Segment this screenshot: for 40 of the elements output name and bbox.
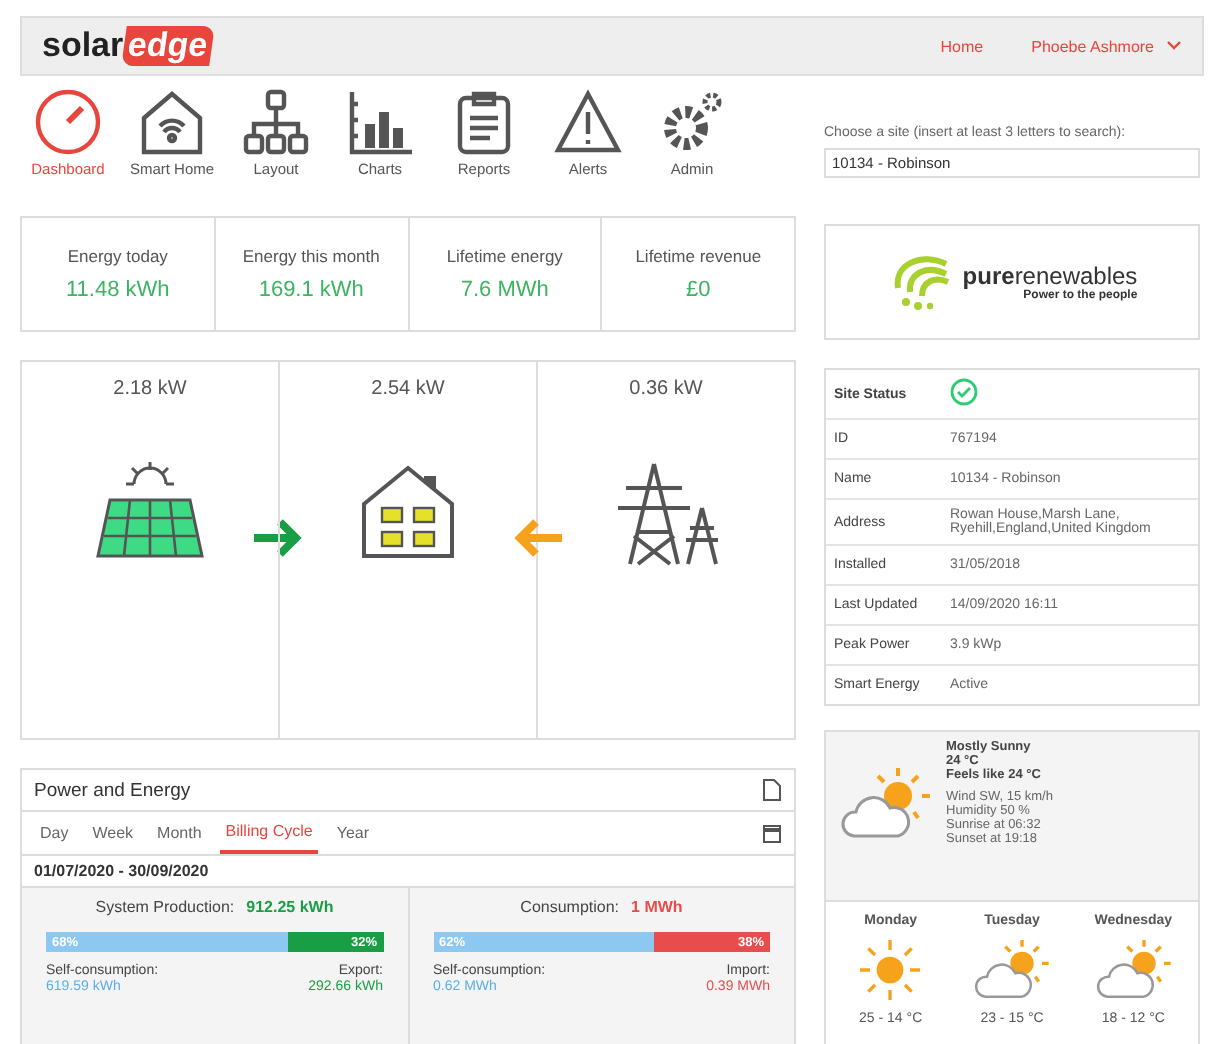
total-value: 1 MWh xyxy=(631,898,683,916)
home-link[interactable]: Home xyxy=(940,37,984,55)
period-tab[interactable]: Day xyxy=(34,814,75,852)
total-label: System Production: xyxy=(95,898,235,916)
period-tab[interactable]: Billing Cycle xyxy=(219,812,319,854)
house-wifi-icon xyxy=(136,88,208,156)
user-menu-link[interactable]: Phoebe Ashmore xyxy=(1031,37,1154,55)
kpi-label: Lifetime energy xyxy=(446,246,563,266)
panel-title: Power and Energy xyxy=(34,779,191,801)
total-label: Consumption: xyxy=(520,898,620,916)
solar-panel-icon xyxy=(90,460,210,560)
caret-icon[interactable] xyxy=(1166,40,1182,52)
gauge-icon xyxy=(32,88,104,156)
power-value: 0.36 kW xyxy=(629,378,703,400)
bar-chart-icon xyxy=(344,88,416,156)
kpi-value: 7.6 MWh xyxy=(460,278,549,302)
period-tab[interactable]: Year xyxy=(330,814,376,852)
logo-text: solar xyxy=(42,26,124,66)
period-tab[interactable]: Month xyxy=(151,814,208,852)
left-arrow-icon xyxy=(510,518,566,558)
document-icon[interactable] xyxy=(762,778,782,802)
kpi-label: Energy this month xyxy=(242,246,380,266)
sun-cloud-icon xyxy=(838,764,934,844)
logo-text: edge xyxy=(120,26,214,66)
kpi-label: Lifetime revenue xyxy=(635,246,762,266)
period-tab[interactable]: Week xyxy=(86,814,140,852)
power-value: 2.54 kW xyxy=(371,378,445,400)
hierarchy-icon xyxy=(240,88,312,156)
installer-name: purerenewables xyxy=(962,262,1138,290)
kpi-value: 169.1 kWh xyxy=(258,278,364,302)
power-value: 2.18 kW xyxy=(113,378,187,400)
kpi-label: Energy today xyxy=(67,246,168,266)
sun-cloud-icon xyxy=(972,936,1052,1004)
warning-icon xyxy=(552,88,624,156)
kpi-value: £0 xyxy=(686,278,711,302)
kpi-value: 11.48 kWh xyxy=(65,278,170,302)
calendar-icon[interactable] xyxy=(762,823,782,843)
sun-cloud-icon xyxy=(1093,936,1174,1004)
total-value: 912.25 kWh xyxy=(246,898,334,916)
right-arrow-icon xyxy=(250,518,306,558)
